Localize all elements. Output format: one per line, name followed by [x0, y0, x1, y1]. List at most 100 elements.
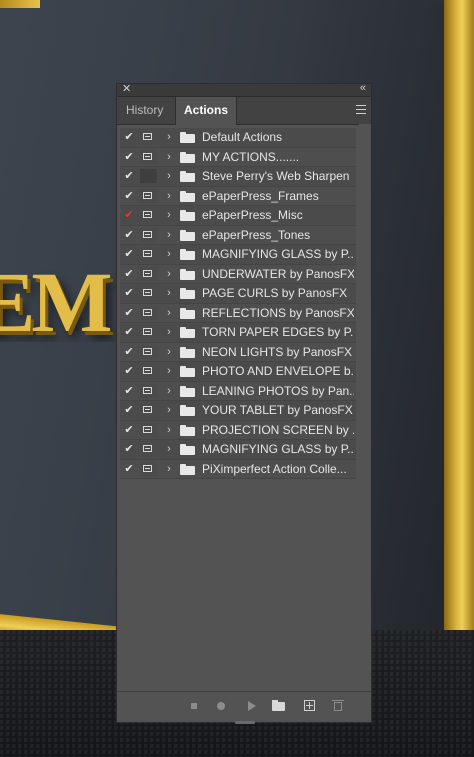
chevron-right-icon[interactable]: › — [164, 206, 174, 224]
folder-icon — [180, 249, 195, 260]
checkmark-icon[interactable]: ✔ — [120, 128, 138, 146]
action-set-row[interactable]: ✔ › ePaperPress_Frames — [120, 186, 356, 206]
action-set-row[interactable]: ✔ › PHOTO AND ENVELOPE b... — [120, 362, 356, 382]
action-set-name: MY ACTIONS....... — [202, 149, 300, 164]
trash-icon[interactable] — [332, 700, 344, 712]
action-set-row[interactable]: ✔ › MY ACTIONS....... — [120, 147, 356, 167]
chevron-right-icon[interactable]: › — [164, 343, 174, 361]
chevron-right-icon[interactable]: › — [164, 245, 174, 263]
action-set-row[interactable]: ✔ › Steve Perry's Web Sharpen — [120, 167, 356, 187]
checkmark-icon[interactable]: ✔ — [120, 401, 138, 419]
checkmark-icon[interactable]: ✔ — [120, 323, 138, 341]
checkmark-icon[interactable]: ✔ — [120, 304, 138, 322]
chevron-right-icon[interactable]: › — [164, 284, 174, 302]
action-set-row[interactable]: ✔ › PiXimperfect Action Colle... — [120, 459, 356, 479]
action-set-name: ePaperPress_Frames — [202, 188, 319, 203]
checkmark-icon[interactable]: ✔ — [120, 148, 138, 166]
action-set-row[interactable]: ✔ › NEON LIGHTS by PanosFX — [120, 342, 356, 362]
dialog-toggle-icon[interactable] — [140, 169, 157, 183]
action-set-row[interactable]: ✔ › MAGNIFYING GLASS by P... — [120, 245, 356, 265]
checkmark-icon[interactable]: ✔ — [120, 343, 138, 361]
resize-handle[interactable] — [235, 721, 255, 724]
dialog-toggle-icon[interactable] — [140, 149, 157, 164]
folder-icon — [180, 307, 195, 319]
dialog-toggle-icon[interactable] — [140, 344, 157, 359]
checkmark-icon[interactable]: ✔ — [120, 382, 138, 400]
chevron-right-icon[interactable]: › — [164, 128, 174, 146]
action-set-row[interactable]: ✔ › MAGNIFYING GLASS by P... — [120, 440, 356, 460]
dialog-toggle-icon[interactable] — [140, 208, 157, 222]
chevron-right-icon[interactable]: › — [164, 421, 174, 439]
dialog-toggle-icon[interactable] — [140, 325, 157, 339]
dialog-toggle-icon[interactable] — [140, 461, 157, 476]
folder-icon — [180, 424, 195, 436]
checkmark-icon[interactable]: ✔ — [120, 460, 138, 478]
dialog-toggle-icon[interactable] — [140, 403, 157, 417]
stop-icon[interactable] — [189, 700, 201, 712]
checkmark-icon[interactable]: ✔ — [120, 245, 138, 263]
chevron-right-icon[interactable]: › — [164, 226, 174, 244]
action-set-row[interactable]: ✔ › REFLECTIONS by PanosFX — [120, 303, 356, 323]
action-set-row[interactable]: ✔ › ePaperPress_Tones — [120, 225, 356, 245]
dialog-toggle-icon[interactable] — [140, 286, 157, 300]
tab-actions[interactable]: Actions — [175, 97, 238, 125]
checkmark-icon[interactable]: ✔ — [120, 206, 138, 224]
scrollbar[interactable] — [359, 124, 371, 691]
panel-menu-icon[interactable] — [356, 105, 366, 114]
chevron-right-icon[interactable]: › — [164, 187, 174, 205]
action-set-name: Default Actions — [202, 130, 283, 144]
dialog-toggle-icon[interactable] — [140, 383, 157, 398]
chevron-right-icon[interactable]: › — [164, 265, 174, 283]
checkmark-icon[interactable]: ✔ — [120, 187, 138, 205]
folder-icon — [180, 366, 195, 377]
action-set-row[interactable]: ✔ › Default Actions — [120, 128, 356, 148]
dialog-toggle-icon[interactable] — [140, 130, 157, 144]
action-set-row[interactable]: ✔ › ePaperPress_Misc — [120, 206, 356, 226]
chevron-right-icon[interactable]: › — [164, 382, 174, 400]
folder-icon — [180, 346, 195, 358]
action-set-row[interactable]: ✔ › TORN PAPER EDGES by P... — [120, 323, 356, 343]
new-action-icon[interactable] — [304, 700, 316, 712]
action-set-row[interactable]: ✔ › UNDERWATER by PanosFX — [120, 264, 356, 284]
chevron-right-icon[interactable]: › — [164, 323, 174, 341]
checkmark-icon[interactable]: ✔ — [120, 362, 138, 380]
dialog-toggle-icon[interactable] — [140, 227, 157, 242]
close-icon[interactable]: ✕ — [122, 82, 131, 96]
chevron-right-icon[interactable]: › — [164, 440, 174, 458]
tab-history[interactable]: History — [118, 97, 171, 124]
action-set-row[interactable]: ✔ › YOUR TABLET by PanosFX — [120, 401, 356, 421]
dialog-toggle-icon[interactable] — [140, 364, 157, 378]
chevron-right-icon[interactable]: › — [164, 362, 174, 380]
dialog-toggle-icon[interactable] — [140, 305, 157, 320]
panel-titlebar[interactable]: ✕ « — [117, 81, 371, 97]
panel-footer — [117, 691, 371, 722]
chevron-right-icon[interactable]: › — [164, 460, 174, 478]
dialog-toggle-icon[interactable] — [140, 188, 157, 203]
new-set-folder-icon[interactable] — [272, 700, 286, 712]
checkmark-icon[interactable]: ✔ — [120, 265, 138, 283]
folder-icon — [180, 210, 195, 221]
action-set-row[interactable]: ✔ › PAGE CURLS by PanosFX — [120, 284, 356, 304]
action-set-row[interactable]: ✔ › LEANING PHOTOS by Pan... — [120, 381, 356, 401]
folder-icon — [180, 288, 195, 299]
dialog-toggle-icon[interactable] — [140, 247, 157, 261]
action-set-row[interactable]: ✔ › PROJECTION SCREEN by ... — [120, 420, 356, 440]
action-set-name: REFLECTIONS by PanosFX — [202, 305, 354, 320]
record-icon[interactable] — [216, 700, 228, 712]
checkmark-icon[interactable]: ✔ — [120, 167, 138, 185]
chevron-right-icon[interactable]: › — [164, 401, 174, 419]
play-icon[interactable] — [246, 700, 258, 712]
dialog-toggle-icon[interactable] — [140, 266, 157, 281]
checkmark-icon[interactable]: ✔ — [120, 440, 138, 458]
checkmark-icon[interactable]: ✔ — [120, 421, 138, 439]
dialog-toggle-icon[interactable] — [140, 422, 157, 437]
chevron-right-icon[interactable]: › — [164, 167, 174, 185]
checkmark-icon[interactable]: ✔ — [120, 284, 138, 302]
action-set-name: PAGE CURLS by PanosFX — [202, 286, 348, 300]
action-set-name: MAGNIFYING GLASS by P... — [202, 442, 354, 456]
collapse-icon[interactable]: « — [360, 81, 366, 95]
chevron-right-icon[interactable]: › — [164, 148, 174, 166]
chevron-right-icon[interactable]: › — [164, 304, 174, 322]
dialog-toggle-icon[interactable] — [140, 442, 157, 456]
checkmark-icon[interactable]: ✔ — [120, 226, 138, 244]
